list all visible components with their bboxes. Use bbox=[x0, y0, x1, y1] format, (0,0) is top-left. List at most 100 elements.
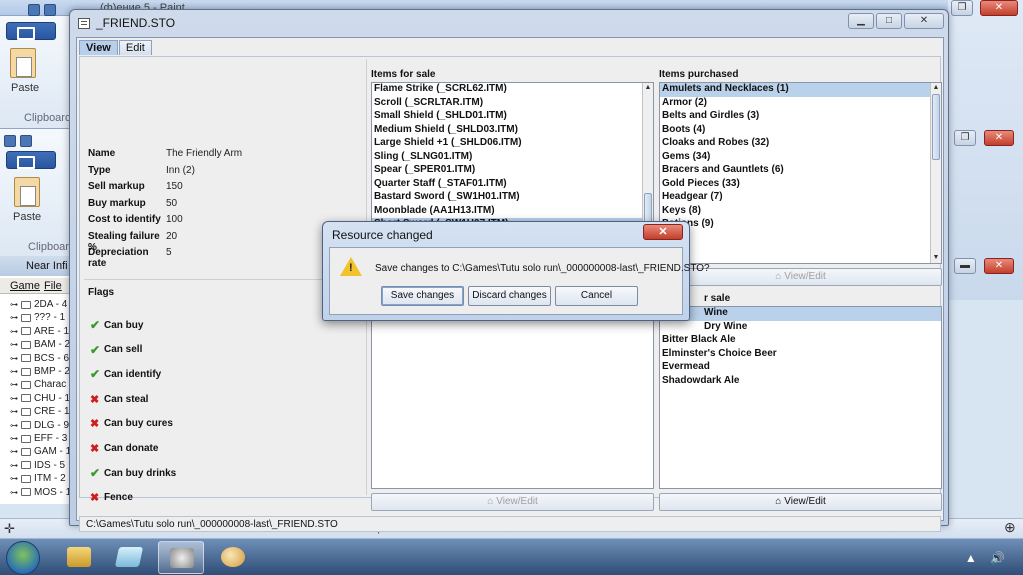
flag-row[interactable]: ✖ Can buy cures bbox=[90, 417, 173, 431]
tree-node[interactable]: ⊶ CHU - 1 bbox=[10, 392, 70, 405]
flag-row[interactable]: ✔ Can identify bbox=[90, 367, 161, 381]
expand-icon[interactable]: ⊶ bbox=[10, 394, 18, 403]
cancel-button[interactable]: Cancel bbox=[555, 286, 638, 306]
expand-icon[interactable]: ⊶ bbox=[10, 434, 18, 443]
paste-icon-2[interactable] bbox=[14, 177, 40, 207]
list-item[interactable]: Keys (8) bbox=[660, 205, 941, 219]
taskbar-notepad[interactable] bbox=[106, 541, 152, 574]
paste-label-2[interactable]: Paste bbox=[13, 211, 41, 223]
list-item[interactable]: Belts and Girdles (3) bbox=[660, 110, 941, 124]
expand-icon[interactable]: ⊶ bbox=[10, 313, 18, 322]
maximize-button[interactable]: □ bbox=[876, 13, 902, 29]
tree-node[interactable]: ⊶ Charac bbox=[10, 378, 66, 391]
tab-view[interactable]: View bbox=[79, 40, 118, 55]
list-item[interactable]: Sling (_SLNG01.ITM) bbox=[372, 151, 653, 165]
list-item[interactable]: Gems (34) bbox=[660, 151, 941, 165]
flag-row[interactable]: ✖ Fence bbox=[90, 491, 133, 505]
tree-node[interactable]: ⊶ MOS - 1 bbox=[10, 486, 71, 499]
list-item[interactable]: Small Shield (_SHLD01.ITM) bbox=[372, 110, 653, 124]
tree-node[interactable]: ⊶ EFF - 3 bbox=[10, 432, 67, 445]
menu-game[interactable]: Game bbox=[10, 280, 40, 292]
expand-icon[interactable]: ⊶ bbox=[10, 300, 18, 309]
list-item[interactable]: Amulets and Necklaces (1) bbox=[660, 83, 941, 97]
expand-icon[interactable]: ⊶ bbox=[10, 474, 18, 483]
drinks-list[interactable]: Wine Dry Wine Bitter Black Ale Elminster's … bbox=[659, 306, 942, 489]
tab-edit[interactable]: Edit bbox=[118, 40, 152, 55]
bg-restore-button[interactable]: ❐ bbox=[951, 0, 973, 16]
expand-icon[interactable]: ⊶ bbox=[10, 488, 18, 497]
list-item[interactable]: Bastard Sword (_SW1H01.ITM) bbox=[372, 191, 653, 205]
tree-node[interactable]: ⊶ BAM - 2 bbox=[10, 338, 70, 351]
expand-icon[interactable]: ⊶ bbox=[10, 327, 18, 336]
tree-node[interactable]: ⊶ IDS - 5 bbox=[10, 459, 65, 472]
list-item[interactable]: Armor (2) bbox=[660, 97, 941, 111]
list-item[interactable]: Potions (9) bbox=[660, 218, 941, 232]
tree-node[interactable]: ⊶ CRE - 1 bbox=[10, 405, 70, 418]
bg-minimize-button[interactable]: ▬ bbox=[954, 258, 976, 274]
list-item[interactable]: Quarter Staff (_STAF01.ITM) bbox=[372, 178, 653, 192]
paint-file-button-2[interactable] bbox=[6, 151, 56, 169]
scroll-down-icon[interactable]: ▼ bbox=[931, 253, 941, 263]
paste-icon[interactable] bbox=[10, 48, 36, 78]
expand-icon[interactable]: ⊶ bbox=[10, 354, 18, 363]
start-button[interactable] bbox=[6, 541, 40, 575]
expand-icon[interactable]: ⊶ bbox=[10, 407, 18, 416]
list-item[interactable]: Spear (_SPER01.ITM) bbox=[372, 164, 653, 178]
tree-node[interactable]: ⊶ ARE - 1 bbox=[10, 325, 69, 338]
list-item[interactable]: Medium Shield (_SHLD03.ITM) bbox=[372, 124, 653, 138]
flag-row[interactable]: ✔ Can buy bbox=[90, 318, 143, 332]
taskbar-near-infinity[interactable] bbox=[158, 541, 204, 574]
taskbar-explorer[interactable] bbox=[56, 541, 102, 574]
list-item[interactable]: Dry Wine bbox=[660, 321, 941, 335]
flag-row[interactable]: ✖ Can steal bbox=[90, 392, 148, 406]
paint-quick-access-2[interactable] bbox=[4, 133, 32, 149]
bg-close-button[interactable]: ✕ bbox=[980, 0, 1018, 16]
list-item[interactable]: Bracers and Gauntlets (6) bbox=[660, 164, 941, 178]
bg-restore-button-2[interactable]: ❐ bbox=[954, 130, 976, 146]
scroll-thumb[interactable] bbox=[644, 193, 652, 223]
expand-icon[interactable]: ⊶ bbox=[10, 367, 18, 376]
list-item[interactable]: Evermead bbox=[660, 361, 941, 375]
tree-node[interactable]: ⊶ BCS - 6 bbox=[10, 352, 69, 365]
list-item[interactable]: Scroll (_SCRLTAR.ITM) bbox=[372, 97, 653, 111]
list-item[interactable]: Large Shield +1 (_SHLD06.ITM) bbox=[372, 137, 653, 151]
minimize-button[interactable]: ▁ bbox=[848, 13, 874, 29]
flag-row[interactable]: ✖ Can donate bbox=[90, 442, 158, 456]
discard-changes-button[interactable]: Discard changes bbox=[468, 286, 551, 306]
list-item[interactable]: Moonblade (AA1H13.ITM) bbox=[372, 205, 653, 219]
tree-node[interactable]: ⊶ 2DA - 4 bbox=[10, 298, 67, 311]
expand-icon[interactable]: ⊶ bbox=[10, 380, 18, 389]
list-item[interactable]: Elminster's Choice Beer bbox=[660, 348, 941, 362]
tree-node[interactable]: ⊶ ITM - 2 bbox=[10, 472, 66, 485]
volume-icon[interactable]: 🔊 bbox=[990, 551, 1005, 565]
expand-icon[interactable]: ⊶ bbox=[10, 447, 18, 456]
flag-row[interactable]: ✔ Can sell bbox=[90, 343, 142, 357]
flag-row[interactable]: ✔ Can buy drinks bbox=[90, 466, 176, 480]
tree-node[interactable]: ⊶ ??? - 1 bbox=[10, 311, 65, 324]
list-item[interactable]: Boots (4) bbox=[660, 124, 941, 138]
items-purchased-scrollbar[interactable]: ▲ ▼ bbox=[930, 83, 941, 263]
taskbar-paint[interactable] bbox=[210, 541, 256, 574]
paint-file-button[interactable] bbox=[6, 22, 56, 40]
list-item[interactable]: Wine bbox=[660, 307, 941, 321]
scroll-up-icon[interactable]: ▲ bbox=[931, 83, 941, 93]
paste-label[interactable]: Paste bbox=[11, 82, 39, 94]
scroll-thumb[interactable] bbox=[932, 94, 940, 160]
tree-node[interactable]: ⊶ GAM - 1 bbox=[10, 445, 71, 458]
expand-icon[interactable]: ⊶ bbox=[10, 340, 18, 349]
bg-close-button-2[interactable]: ✕ bbox=[984, 130, 1014, 146]
dialog-close-button[interactable]: ✕ bbox=[643, 224, 683, 240]
cures-list[interactable] bbox=[371, 309, 654, 489]
items-purchased-list[interactable]: Amulets and Necklaces (1) Armor (2) Belts … bbox=[659, 82, 942, 264]
list-item[interactable]: (11) bbox=[660, 232, 941, 246]
save-changes-button[interactable]: Save changes bbox=[381, 286, 464, 306]
list-item[interactable]: Headgear (7) bbox=[660, 191, 941, 205]
list-item[interactable]: Cloaks and Robes (32) bbox=[660, 137, 941, 151]
list-item[interactable]: Flame Strike (_SCRL62.ITM) bbox=[372, 83, 653, 97]
tray-arrow-icon[interactable]: ▲ bbox=[965, 551, 977, 565]
list-item[interactable]: Bitter Black Ale bbox=[660, 334, 941, 348]
menu-file[interactable]: File bbox=[44, 280, 62, 292]
expand-icon[interactable]: ⊶ bbox=[10, 461, 18, 470]
drinks-view-edit-button[interactable]: ⌂ View/Edit bbox=[659, 493, 942, 511]
list-item[interactable]: Gold Pieces (33) bbox=[660, 178, 941, 192]
